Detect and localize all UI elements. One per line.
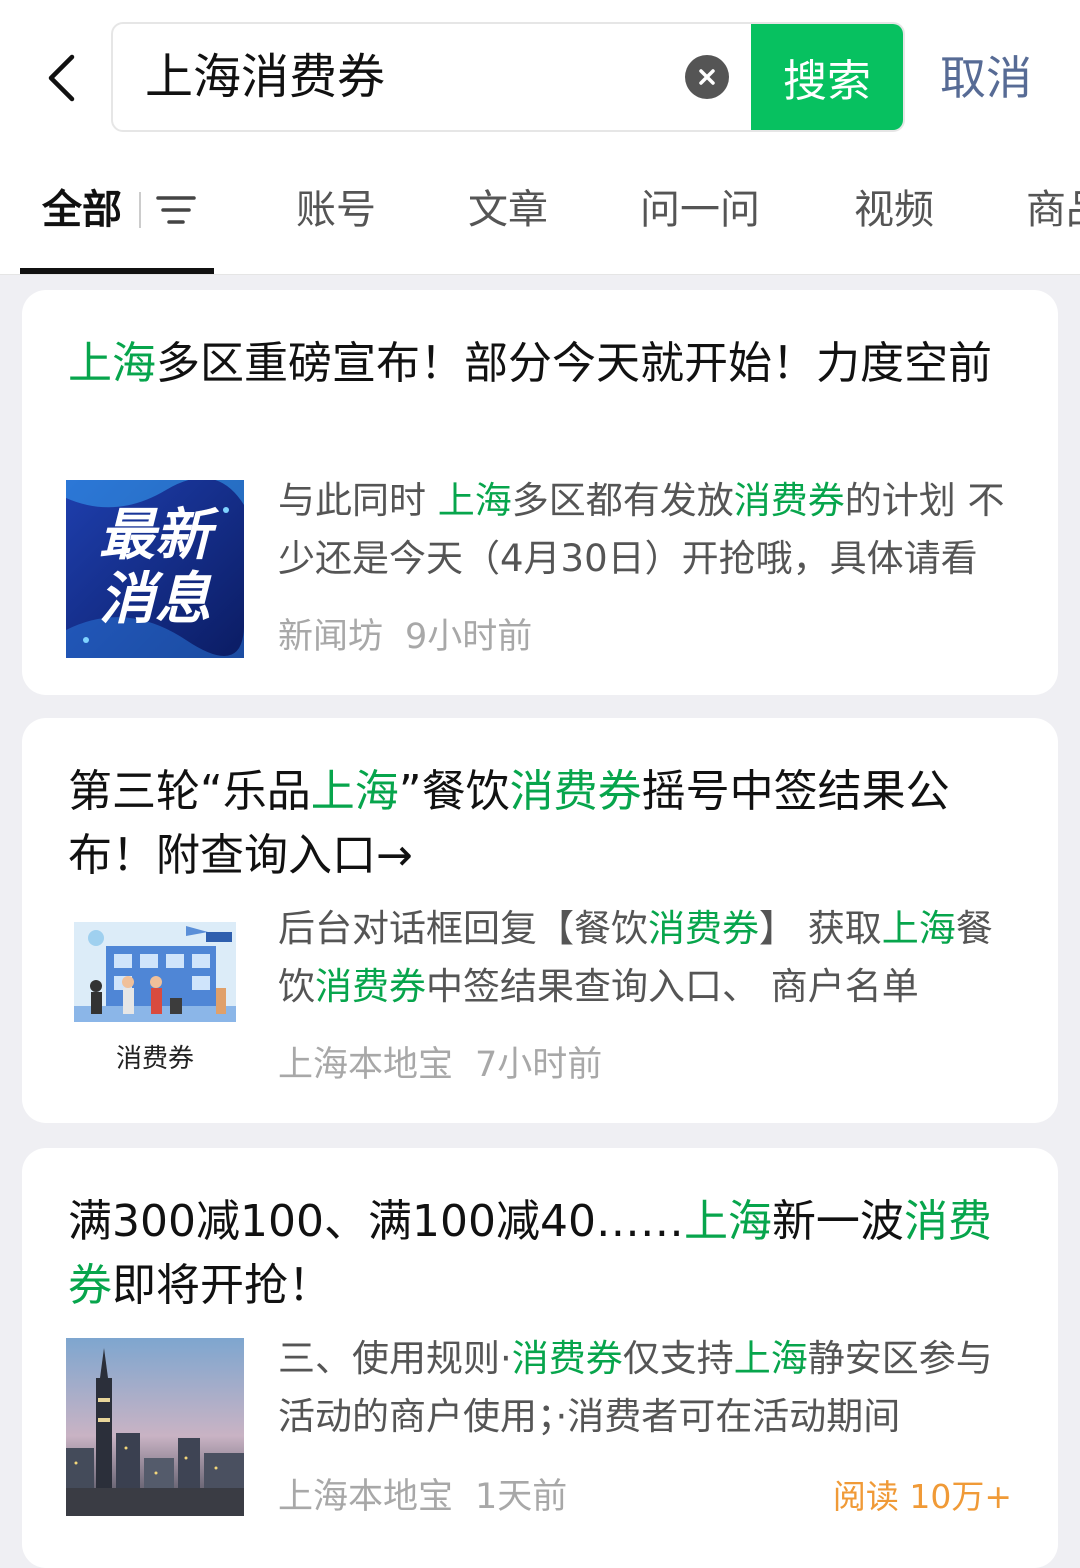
result-meta: 上海本地宝 7小时前	[278, 1036, 602, 1087]
result-meta: 上海本地宝 1天前	[278, 1468, 567, 1519]
title-highlight: 消费券	[509, 766, 642, 817]
publish-time: 7小时前	[475, 1045, 603, 1085]
snippet-highlight: 消费券	[315, 965, 426, 1008]
title-text: ”餐饮	[398, 766, 510, 817]
filter-tabs: 全部 账号 文章 问一问 视频 商品	[0, 160, 1080, 275]
thumb-title-line2: 消息	[99, 567, 211, 632]
source-name[interactable]: 上海本地宝	[278, 1045, 453, 1085]
search-box: 搜索	[111, 22, 905, 132]
clear-icon	[699, 69, 715, 85]
source-name[interactable]: 上海本地宝	[278, 1477, 453, 1517]
result-meta: 新闻坊 9小时前	[278, 608, 532, 659]
result-snippet: 与此同时 上海多区都有发放消费券的计划 不少还是今天（4月30日）开抢哦，具体请…	[278, 472, 1018, 588]
result-snippet: 后台对话框回复【餐饮消费券】 获取上海餐饮消费券中签结果查询入口、 商户名单	[278, 900, 1018, 1016]
title-text: 即将开抢！	[112, 1260, 332, 1311]
snippet-highlight: 消费券	[511, 1337, 623, 1380]
source-name[interactable]: 新闻坊	[278, 617, 383, 657]
search-header: 搜索 取消	[0, 0, 1080, 160]
result-title[interactable]: 满300减100、满100减40……上海新一波消费券即将开抢！	[68, 1190, 1008, 1318]
snippet-text: 中签结果查询入口、 商户名单	[426, 965, 919, 1008]
tab-articles[interactable]: 文章	[468, 182, 548, 238]
voucher-thumbnail: 消费券	[66, 906, 244, 1084]
title-text: 第三轮“乐品	[68, 766, 311, 817]
search-input[interactable]	[145, 24, 665, 130]
snippet-text: 后台对话框回复【餐饮	[278, 907, 648, 950]
result-title[interactable]: 上海多区重磅宣布！部分今天就开始！力度空前	[68, 332, 1008, 396]
snippet-highlight: 消费券	[648, 907, 759, 950]
result-card[interactable]: 第三轮“乐品上海”餐饮消费券摇号中签结果公布！附查询入口→ 消费券 后台对话框回…	[22, 718, 1058, 1123]
snippet-highlight: 上海	[733, 1337, 808, 1380]
tab-accounts[interactable]: 账号	[296, 182, 376, 238]
snippet-highlight: 消费券	[733, 479, 845, 522]
chevron-left-icon	[48, 54, 75, 102]
snippet-text: 仅支持	[622, 1337, 734, 1380]
news-thumbnail: 最新 消息	[66, 480, 244, 658]
title-highlight: 上海	[683, 1196, 772, 1247]
thumb-title-line1: 最新	[99, 503, 211, 568]
snippet-highlight: 上海	[881, 907, 956, 950]
title-highlight: 上海	[68, 338, 156, 389]
city-skyline-thumbnail	[66, 1338, 244, 1516]
title-highlight: 上海	[310, 766, 399, 817]
tab-all[interactable]: 全部	[42, 182, 122, 238]
result-snippet: 三、使用规则·消费券仅支持上海静安区参与活动的商户使用；·消费者可在活动期间	[278, 1330, 1018, 1446]
snippet-text: 与此同时	[278, 479, 438, 522]
read-count: 阅读 10万+	[832, 1477, 1012, 1516]
snippet-text: 多区都有发放	[511, 479, 734, 522]
snippet-text: 】 获取	[759, 907, 882, 950]
publish-time: 1天前	[475, 1477, 568, 1517]
result-card[interactable]: 上海多区重磅宣布！部分今天就开始！力度空前 最新 消息 与此同时 上海多区都有发…	[22, 290, 1058, 695]
active-tab-indicator	[20, 268, 214, 274]
tab-videos[interactable]: 视频	[854, 182, 934, 238]
result-title[interactable]: 第三轮“乐品上海”餐饮消费券摇号中签结果公布！附查询入口→	[68, 760, 1008, 888]
filter-icon[interactable]	[138, 190, 196, 230]
publish-time: 9小时前	[405, 617, 533, 657]
cancel-button[interactable]: 取消	[940, 48, 1032, 108]
title-text: 多区重磅宣布！部分今天就开始！力度空前	[156, 338, 992, 389]
clear-button[interactable]	[685, 55, 729, 99]
tab-products[interactable]: 商品	[1026, 182, 1080, 238]
back-button[interactable]	[36, 48, 86, 108]
result-card[interactable]: 满300减100、满100减40……上海新一波消费券即将开抢！ 三、使用规则·消…	[22, 1148, 1058, 1568]
search-button[interactable]: 搜索	[751, 24, 903, 130]
title-text: 新一波	[771, 1196, 904, 1247]
tab-ask[interactable]: 问一问	[640, 182, 760, 238]
snippet-highlight: 上海	[437, 479, 512, 522]
title-text: 满300减100、满100减40……	[68, 1196, 684, 1247]
thumb-caption: 消费券	[115, 1044, 194, 1074]
snippet-text: 三、使用规则·	[278, 1337, 512, 1380]
